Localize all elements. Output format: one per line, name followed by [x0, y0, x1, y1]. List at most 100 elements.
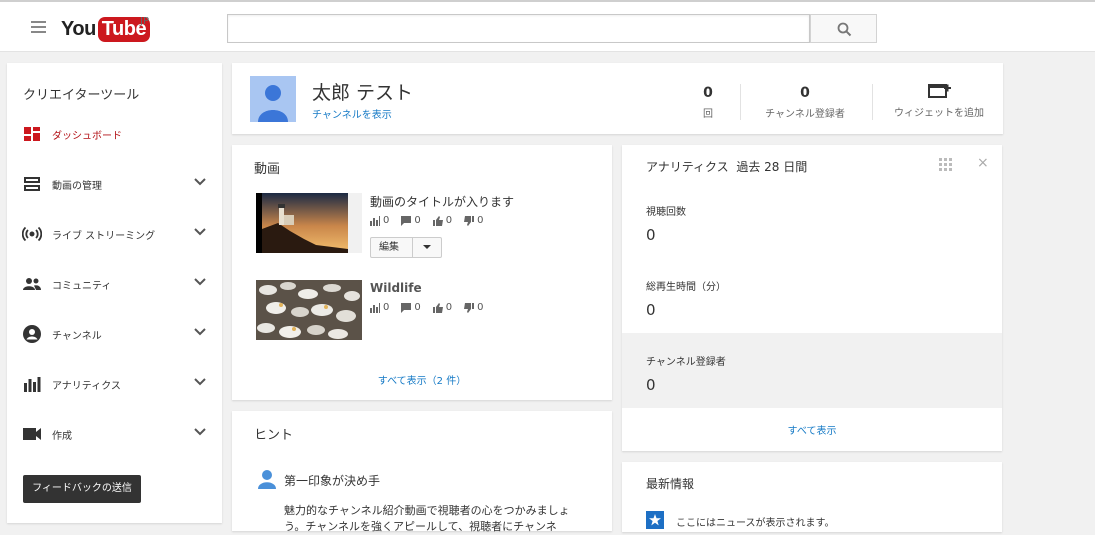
- sidebar-item-label: コミュニティ: [52, 281, 112, 292]
- dislike-icon: [464, 215, 475, 226]
- lighthouse-thumbnail: [256, 193, 362, 253]
- like-icon: [432, 215, 443, 226]
- views-icon: [370, 302, 380, 313]
- region-label: JP: [140, 16, 149, 27]
- search-button[interactable]: [810, 14, 877, 43]
- sidebar-item-live-streaming[interactable]: ライブ ストリーミング: [7, 221, 222, 247]
- analytics-card-title: アナリティクス 過去 28 日間: [646, 158, 807, 175]
- channel-name: 太郎 テスト: [312, 82, 414, 104]
- video-stats: 0 0 0 0: [370, 302, 493, 313]
- channel-header: 太郎 テスト チャンネルを表示 0 回 0 チャンネル登録者 ウィジェットを追加: [232, 63, 1003, 134]
- hint-headline: 第一印象が決め手: [284, 474, 381, 488]
- views-count: 0: [383, 215, 390, 226]
- video-stats: 0 0 0 0: [370, 215, 493, 226]
- chevron-down-icon: [194, 178, 206, 186]
- video-camera-icon: [23, 428, 41, 440]
- add-widget-button[interactable]: ウィジェットを追加: [887, 82, 991, 119]
- live-streaming-icon: [22, 226, 42, 242]
- view-channel-link[interactable]: チャンネルを表示: [312, 106, 392, 121]
- divider: [740, 84, 741, 120]
- sidebar-item-label: ダッシュボード: [52, 131, 122, 142]
- subscribers-count: 0: [800, 85, 810, 101]
- videos-show-all-link[interactable]: すべて表示（2 件）: [232, 372, 612, 387]
- add-widget-icon: [928, 84, 951, 98]
- views-count: 0: [383, 302, 390, 313]
- wildlife-thumbnail: [256, 280, 362, 340]
- video-thumbnail[interactable]: [256, 193, 362, 253]
- sidebar-item-channel[interactable]: チャンネル: [7, 321, 222, 347]
- likes-count: 0: [445, 215, 453, 226]
- edit-dropdown-button[interactable]: [413, 238, 441, 257]
- chevron-down-icon: [194, 328, 206, 336]
- creator-studio-sidebar: クリエイターツール ダッシュボード 動画の管理 ライブ ストリーミング コミュニ…: [7, 63, 222, 523]
- edit-button[interactable]: 編集: [371, 238, 413, 257]
- dislikes-count: 0: [477, 302, 484, 313]
- sidebar-item-label: チャンネル: [52, 331, 102, 342]
- metric-label: チャンネル登録者: [646, 357, 726, 368]
- subscribers-stat: 0 チャンネル登録者: [750, 85, 860, 120]
- sidebar-item-analytics[interactable]: アナリティクス: [7, 371, 222, 397]
- hint-body: 魅力的なチャンネル紹介動画で視聴者の心をつかみましょう。チャンネルを強くアピール…: [284, 504, 570, 533]
- analytics-period: 過去 28 日間: [736, 160, 808, 174]
- search-input[interactable]: [227, 14, 810, 43]
- videos-card-title: 動画: [254, 162, 281, 177]
- dislikes-count: 0: [477, 215, 484, 226]
- views-label: 回: [703, 109, 713, 120]
- comment-icon: [401, 215, 412, 226]
- metric-label: 総再生時間（分）: [646, 282, 726, 293]
- sidebar-item-label: 動画の管理: [52, 181, 102, 192]
- sidebar-item-dashboard[interactable]: ダッシュボード: [7, 121, 222, 147]
- send-feedback-button[interactable]: フィードバックの送信: [23, 475, 141, 503]
- default-avatar-icon: [258, 85, 288, 122]
- comments-count: 0: [414, 302, 421, 313]
- close-icon[interactable]: ×: [977, 155, 989, 171]
- analytics-card: アナリティクス 過去 28 日間 × 視聴回数 0 総再生時間（分） 0 チャン…: [622, 145, 1002, 451]
- comment-icon: [401, 302, 412, 313]
- hints-card-title: ヒント: [254, 428, 294, 443]
- sidebar-item-community[interactable]: コミュニティ: [7, 271, 222, 297]
- like-icon: [432, 302, 443, 313]
- sidebar-item-video-manager[interactable]: 動画の管理: [7, 171, 222, 197]
- search-icon: [837, 22, 852, 37]
- metric-value: 0: [646, 376, 656, 394]
- video-title[interactable]: 動画のタイトルが入ります: [370, 193, 514, 210]
- masthead: You Tube JP: [0, 0, 1095, 52]
- analytics-show-all-link[interactable]: すべて表示: [622, 422, 1002, 437]
- views-stat: 0 回: [683, 85, 733, 120]
- person-icon: [258, 470, 276, 489]
- drag-handle-icon[interactable]: [939, 158, 952, 171]
- chevron-down-icon: [194, 378, 206, 386]
- hints-card: ヒント 第一印象が決め手 魅力的なチャンネル紹介動画で視聴者の心をつかみましょう…: [232, 411, 612, 533]
- sidebar-item-create[interactable]: 作成: [7, 421, 222, 447]
- video-manager-icon: [24, 177, 40, 191]
- analytics-title: アナリティクス: [646, 160, 729, 174]
- channel-icon: [23, 325, 41, 343]
- sidebar-item-label: アナリティクス: [52, 381, 121, 392]
- news-card-title: 最新情報: [646, 477, 695, 491]
- youtube-logo[interactable]: You Tube: [61, 15, 151, 43]
- chevron-down-icon: [194, 278, 206, 286]
- news-star-icon: [646, 511, 664, 529]
- video-title[interactable]: Wildlife: [370, 281, 422, 295]
- dashboard-icon: [24, 127, 40, 141]
- community-icon: [23, 278, 41, 290]
- likes-count: 0: [445, 302, 453, 313]
- views-count: 0: [703, 85, 713, 101]
- dislike-icon: [464, 302, 475, 313]
- guide-menu-icon[interactable]: [31, 21, 46, 33]
- video-thumbnail[interactable]: [256, 280, 362, 340]
- videos-card: 動画 動画のタイトルが入ります 0 0 0 0 編集 Wildlife 0 0 …: [232, 145, 612, 400]
- metric-highlight: [622, 333, 1002, 408]
- metric-value: 0: [646, 301, 656, 319]
- metric-value: 0: [646, 226, 656, 244]
- edit-button-group: 編集: [370, 237, 442, 258]
- metric-label: 視聴回数: [646, 207, 686, 218]
- channel-avatar[interactable]: [250, 76, 296, 122]
- divider: [872, 84, 873, 120]
- chevron-down-icon: [194, 228, 206, 236]
- analytics-icon: [24, 377, 41, 392]
- add-widget-label: ウィジェットを追加: [894, 108, 984, 119]
- views-icon: [370, 215, 380, 226]
- sidebar-title: クリエイターツール: [23, 88, 140, 103]
- news-card: 最新情報 ここにはニュースが表示されます。: [622, 462, 1002, 532]
